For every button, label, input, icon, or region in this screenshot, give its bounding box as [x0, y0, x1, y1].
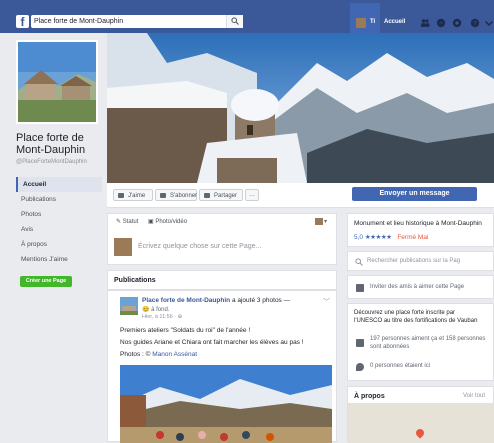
- post-photo[interactable]: [120, 365, 332, 443]
- page-description-line: Découvrez une place forte inscrite par: [354, 310, 456, 316]
- page-category[interactable]: Monument et lieu historique à Mont-Dauph…: [354, 220, 482, 227]
- status-tab[interactable]: ✎ Statut: [116, 218, 138, 225]
- nav-item-photos[interactable]: Photos: [16, 207, 102, 222]
- nav-item-avis[interactable]: Avis: [16, 222, 102, 237]
- create-page-button[interactable]: Créer une Page: [20, 276, 72, 287]
- rating-value: 5,0: [354, 234, 364, 241]
- facebook-logo-icon[interactable]: f: [16, 15, 29, 28]
- send-message-button[interactable]: Envoyer un message: [352, 187, 477, 201]
- cover-photo[interactable]: [107, 33, 494, 183]
- post-text-line: Premiers ateliers "Soldats du roi" de l'…: [120, 327, 251, 334]
- friends-icon[interactable]: [420, 18, 430, 28]
- left-navigation: Accueil Publications Photos Avis À propo…: [16, 177, 102, 267]
- invite-card: Inviter des amis à aimer cette Page: [347, 275, 494, 299]
- like-button-label: J'aime: [128, 193, 146, 199]
- about-section: À propos Voir tout: [347, 386, 494, 443]
- page-handle[interactable]: @PlaceForteMontDauphin: [16, 159, 87, 165]
- page-voice-avatar[interactable]: [315, 218, 323, 225]
- user-avatar[interactable]: [356, 18, 366, 28]
- publications-section: Publications: [107, 270, 337, 290]
- about-section-title: À propos: [354, 393, 385, 400]
- home-link[interactable]: Accueil: [384, 19, 405, 25]
- search-button[interactable]: [226, 15, 243, 28]
- page-rating[interactable]: 5,0 ★★★★★ Fermé Mai: [354, 233, 428, 241]
- followers-count[interactable]: sont abonnées: [370, 344, 409, 350]
- post-action-text: a ajouté 3 photos —: [231, 297, 291, 304]
- like-button[interactable]: J'aime: [113, 189, 153, 201]
- share-icon: [204, 193, 210, 198]
- nav-item-a-propos[interactable]: À propos: [16, 237, 102, 252]
- search-icon: [355, 258, 363, 266]
- post-composer: ✎ Statut ▣ Photo/vidéo ▾ Écrivez quelque…: [107, 213, 337, 265]
- post-credit-link[interactable]: Manon Assénat: [152, 351, 197, 358]
- checkin-pin-icon: [356, 363, 364, 371]
- photo-video-tab-label: Photo/vidéo: [155, 219, 188, 225]
- star-rating-icon: ★★★★★: [364, 234, 392, 241]
- post-feeling: 😊 à fond.: [142, 307, 170, 313]
- invite-friends-icon: [356, 284, 364, 292]
- help-icon[interactable]: ?: [470, 18, 480, 28]
- fort-thumbnail-image: [120, 297, 138, 315]
- checkins-count[interactable]: 0 personnes étaient ici: [370, 363, 430, 369]
- see-all-link[interactable]: Voir tout: [463, 393, 485, 399]
- photo-video-tab[interactable]: ▣ Photo/vidéo: [148, 218, 187, 225]
- search-icon: [231, 17, 239, 25]
- search-input-value: Place forte de Mont-Dauphin: [34, 18, 124, 25]
- page-title: Place forte de Mont-Dauphin: [16, 132, 86, 156]
- nav-item-accueil[interactable]: Accueil: [16, 177, 102, 192]
- page-description-line: l'UNESCO au titre des fortifications de …: [354, 318, 478, 324]
- likes-count[interactable]: 197 personnes aiment ça et 158 personnes: [370, 336, 485, 342]
- post-timestamp[interactable]: Hier, à 11:56 · ⊕: [142, 314, 182, 320]
- search-input[interactable]: Place forte de Mont-Dauphin: [31, 15, 243, 28]
- location-map[interactable]: [348, 403, 494, 443]
- invite-friends-link[interactable]: Inviter des amis à aimer cette Page: [370, 284, 464, 290]
- post-options-chevron-icon[interactable]: ﹀: [323, 297, 330, 307]
- profile-photo-fort-image: [18, 42, 96, 122]
- user-name[interactable]: Ti: [370, 19, 375, 25]
- globe-icon[interactable]: [452, 18, 462, 28]
- post-header: Place forte de Mont-Dauphin a ajouté 3 p…: [142, 297, 322, 304]
- chevron-down-icon[interactable]: ▾: [324, 218, 327, 225]
- follow-button-label: S'abonner: [170, 193, 198, 199]
- status-tab-label: Statut: [122, 219, 139, 225]
- post-author-link[interactable]: Place forte de Mont-Dauphin: [142, 297, 230, 304]
- more-button[interactable]: ···: [245, 189, 259, 201]
- map-pin-icon: [414, 427, 426, 439]
- opening-status: Fermé Mai: [397, 234, 429, 241]
- top-navigation-bar: f Place forte de Mont-Dauphin: [0, 0, 494, 33]
- cover-snowy-fort-image: [107, 33, 494, 183]
- page-profile-picture[interactable]: [16, 40, 98, 124]
- chevron-down-icon[interactable]: [484, 18, 494, 28]
- post-mountain-photo-image: [120, 365, 332, 443]
- nav-item-mentions-jaime[interactable]: Mentions J'aime: [16, 252, 102, 267]
- composer-input[interactable]: Écrivez quelque chose sur cette Page...: [138, 243, 261, 250]
- post-text-line: Nos guides Ariane et Chiara ont fait mar…: [120, 339, 304, 346]
- composer-avatar: [114, 238, 132, 256]
- thumbs-up-icon: [356, 339, 364, 347]
- page-search-card: Rechercher publications sur la Pag: [347, 251, 494, 271]
- post-credit-prefix: Photos : ©: [120, 351, 151, 358]
- thumbs-up-icon: [118, 193, 124, 198]
- post-author-avatar[interactable]: [120, 297, 138, 315]
- follow-icon: [160, 193, 166, 198]
- follow-button[interactable]: S'abonner: [155, 189, 197, 201]
- page-details-card: Découvrez une place forte inscrite par l…: [347, 303, 494, 381]
- messenger-icon[interactable]: [436, 18, 446, 28]
- page-search-input[interactable]: Rechercher publications sur la Pag: [367, 258, 460, 264]
- page-info-card: Monument et lieu historique à Mont-Dauph…: [347, 213, 494, 247]
- nav-item-publications[interactable]: Publications: [16, 192, 102, 207]
- share-button[interactable]: Partager: [199, 189, 243, 201]
- publications-title: Publications: [114, 277, 156, 284]
- feed-post: Place forte de Mont-Dauphin a ajouté 3 p…: [107, 290, 337, 443]
- post-credit: Photos : © Manon Assénat: [120, 351, 330, 358]
- share-button-label: Partager: [214, 193, 238, 199]
